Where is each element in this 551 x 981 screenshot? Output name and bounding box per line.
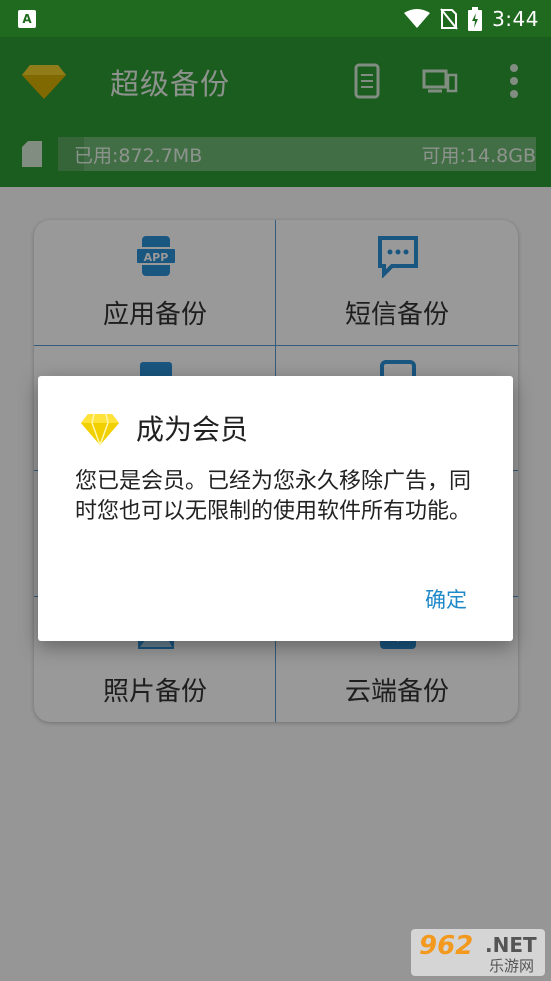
watermark-site: 乐游网: [489, 957, 535, 975]
no-sim-icon: [440, 8, 458, 30]
confirm-button[interactable]: 确定: [425, 584, 467, 614]
notification-a-icon: A: [18, 10, 36, 28]
battery-icon: [468, 7, 483, 31]
status-bar: A 3:44: [0, 0, 551, 37]
system-icons: 3:44: [404, 6, 539, 32]
dialog-message: 您已是会员。已经为您永久移除广告，同时您也可以无限制的使用软件所有功能。: [75, 469, 472, 524]
dialog-title: 成为会员: [136, 413, 249, 446]
watermark-logo: 962 .NET 乐游网: [411, 929, 545, 976]
clock: 3:44: [492, 7, 539, 31]
diamond-icon: [81, 413, 119, 446]
wifi-icon: [404, 9, 431, 28]
watermark-domain: .NET: [485, 933, 537, 957]
watermark-number: 962: [419, 931, 474, 961]
membership-dialog: 成为会员 您已是会员。已经为您永久移除广告，同时您也可以无限制的使用软件所有功能…: [38, 376, 513, 641]
